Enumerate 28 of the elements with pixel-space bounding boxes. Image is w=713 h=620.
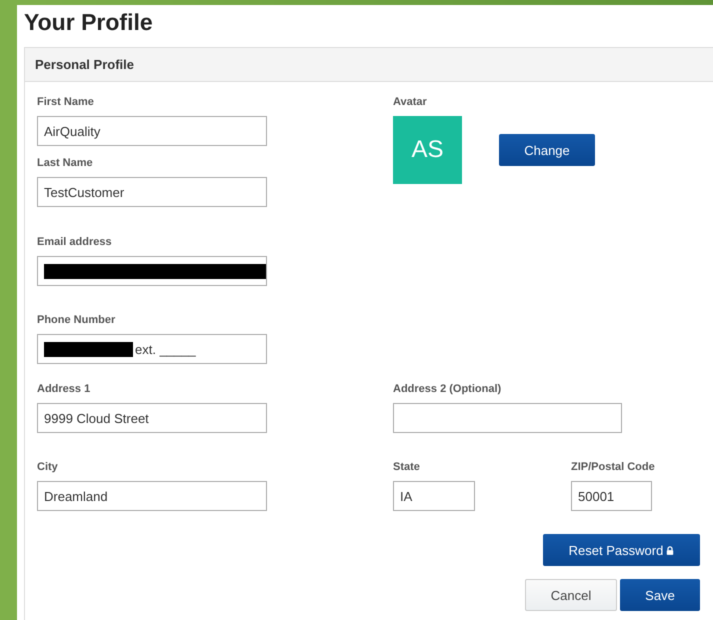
state-field[interactable]: IA <box>393 481 475 511</box>
email-field[interactable] <box>37 256 267 286</box>
field-label: State <box>393 461 421 474</box>
last-name-field[interactable]: TestCustomer <box>37 177 267 207</box>
field-label: First Name <box>37 96 95 109</box>
address-1-field[interactable]: 9999 Cloud Street <box>37 403 267 433</box>
page-title: Your Profile <box>24 8 154 37</box>
field-label: ZIP/Postal Code <box>571 461 655 474</box>
zip-field[interactable]: 50001 <box>571 481 652 511</box>
save-button[interactable]: Save <box>620 579 700 611</box>
address-2-field[interactable] <box>393 403 622 433</box>
city-field[interactable]: Dreamland <box>37 481 267 511</box>
change-button[interactable]: Change <box>499 134 595 166</box>
lock-icon <box>666 546 674 554</box>
field-label: Last Name <box>37 157 94 170</box>
field-label: Email address <box>37 236 113 249</box>
field-label: Avatar <box>393 96 428 109</box>
phone-field[interactable]: ext. _____ <box>37 334 267 364</box>
field-label: City <box>37 461 59 474</box>
avatar: AS <box>393 116 462 184</box>
field-label: Address 1 <box>37 383 92 396</box>
first-name-field[interactable]: AirQuality <box>37 116 267 146</box>
phone-extension: ext. _____ <box>135 342 196 356</box>
reset-password-button[interactable]: Reset Password <box>543 534 700 566</box>
cancel-button[interactable]: Cancel <box>525 579 617 611</box>
field-label: Phone Number <box>37 314 116 327</box>
field-label: Address 2 (Optional) <box>393 383 502 396</box>
panel-title: Personal Profile <box>35 57 134 72</box>
